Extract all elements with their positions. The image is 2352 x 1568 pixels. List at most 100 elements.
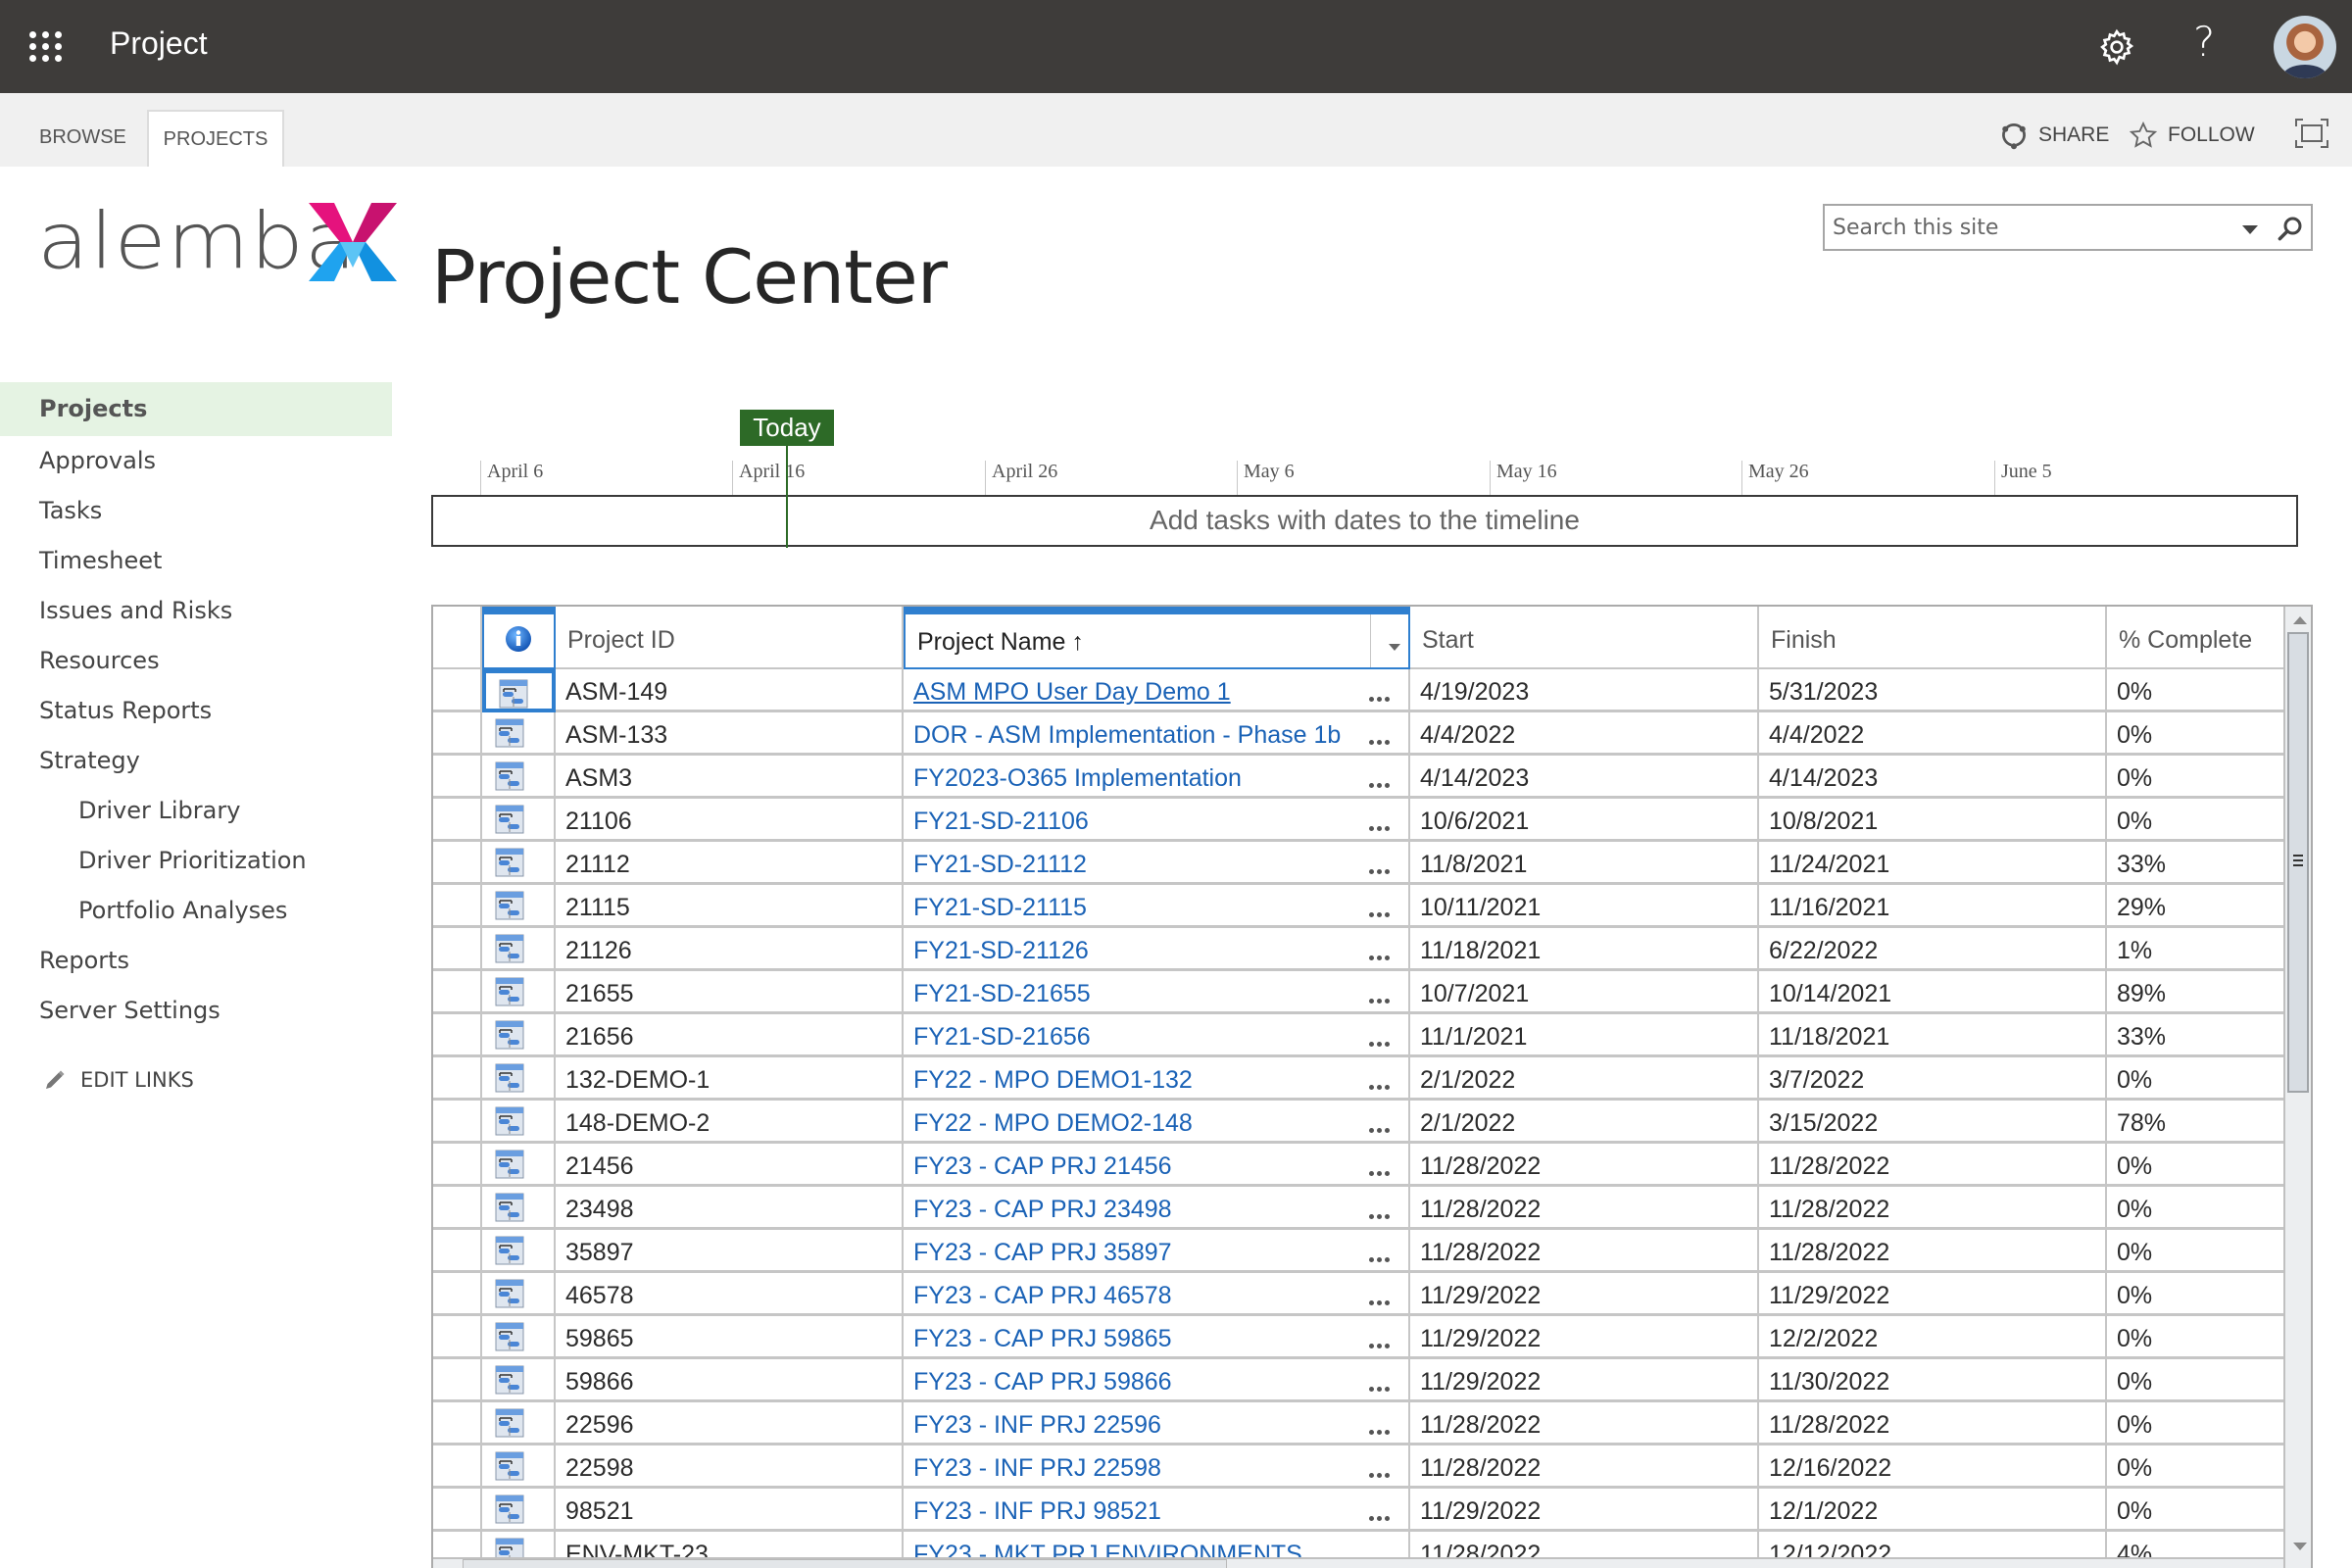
project-type-cell[interactable] — [482, 1101, 556, 1144]
scroll-up-icon[interactable] — [2293, 616, 2307, 624]
column-header-project-id[interactable]: Project ID — [556, 607, 904, 669]
project-name-link[interactable]: FY23 - CAP PRJ 46578 — [904, 1273, 1410, 1316]
table-row[interactable]: 21655 FY21-SD-21655 10/7/2021 10/14/2021… — [433, 971, 2283, 1014]
row-actions-ellipsis-icon[interactable] — [1369, 689, 1395, 702]
nav-item-portfolio-analyses[interactable]: Portfolio Analyses — [0, 886, 392, 936]
alemba-logo[interactable]: alemba — [37, 201, 397, 281]
project-type-cell[interactable] — [482, 1014, 556, 1057]
table-row[interactable]: ASM-133 DOR - ASM Implementation - Phase… — [433, 712, 2283, 756]
table-row[interactable]: 59865 FY23 - CAP PRJ 59865 11/29/2022 12… — [433, 1316, 2283, 1359]
project-type-cell[interactable] — [482, 1230, 556, 1273]
project-type-cell[interactable] — [482, 799, 556, 842]
scroll-down-icon[interactable] — [2293, 1543, 2307, 1550]
project-type-cell[interactable] — [482, 971, 556, 1014]
table-row[interactable]: 21456 FY23 - CAP PRJ 21456 11/28/2022 11… — [433, 1144, 2283, 1187]
column-header-project-name[interactable]: Project Name ↑ — [904, 607, 1410, 669]
vertical-scrollbar[interactable] — [2283, 607, 2311, 1568]
row-selector[interactable] — [433, 669, 482, 712]
project-type-cell[interactable] — [482, 885, 556, 928]
table-row[interactable]: 21656 FY21-SD-21656 11/1/2021 11/18/2021… — [433, 1014, 2283, 1057]
project-type-cell[interactable] — [482, 1057, 556, 1101]
row-selector[interactable] — [433, 1230, 482, 1273]
row-actions-ellipsis-icon[interactable] — [1369, 948, 1395, 960]
row-selector[interactable] — [433, 1316, 482, 1359]
project-name-link[interactable]: FY21-SD-21106 — [904, 799, 1410, 842]
share-button[interactable]: SHARE — [1999, 121, 2109, 150]
table-row[interactable]: 21126 FY21-SD-21126 11/18/2021 6/22/2022… — [433, 928, 2283, 971]
app-launcher-waffle-icon[interactable] — [29, 31, 63, 62]
project-name-link[interactable]: FY22 - MPO DEMO1-132 — [904, 1057, 1410, 1101]
project-name-link[interactable]: FY23 - INF PRJ 22598 — [904, 1446, 1410, 1489]
row-selector[interactable] — [433, 1402, 482, 1446]
row-actions-ellipsis-icon[interactable] — [1369, 775, 1395, 788]
row-selector[interactable] — [433, 1359, 482, 1402]
row-selector[interactable] — [433, 712, 482, 756]
nav-item-issues-and-risks[interactable]: Issues and Risks — [0, 586, 392, 636]
project-type-cell[interactable] — [482, 1144, 556, 1187]
project-name-link[interactable]: FY21-SD-21126 — [904, 928, 1410, 971]
row-selector[interactable] — [433, 1144, 482, 1187]
edit-links-button[interactable]: EDIT LINKS — [43, 1068, 194, 1092]
row-selector[interactable] — [433, 1273, 482, 1316]
project-type-cell[interactable] — [482, 1489, 556, 1532]
row-selector[interactable] — [433, 1187, 482, 1230]
search-input[interactable] — [1833, 212, 2225, 243]
project-name-link[interactable]: FY21-SD-21115 — [904, 885, 1410, 928]
table-row[interactable]: 21115 FY21-SD-21115 10/11/2021 11/16/202… — [433, 885, 2283, 928]
project-type-cell[interactable] — [482, 1273, 556, 1316]
column-header-percent-complete[interactable]: % Complete — [2107, 607, 2283, 669]
row-actions-ellipsis-icon[interactable] — [1369, 1379, 1395, 1392]
nav-item-resources[interactable]: Resources — [0, 636, 392, 686]
timeline[interactable]: Today April 6 April 16 April 26 May 6 Ma… — [431, 407, 2298, 549]
horizontal-scrollbar-thumb[interactable] — [463, 1559, 1227, 1568]
table-row[interactable]: 23498 FY23 - CAP PRJ 23498 11/28/2022 11… — [433, 1187, 2283, 1230]
row-actions-ellipsis-icon[interactable] — [1369, 1163, 1395, 1176]
project-type-cell[interactable] — [482, 1359, 556, 1402]
tab-projects[interactable]: PROJECTS — [147, 110, 284, 167]
row-selector[interactable] — [433, 842, 482, 885]
row-selector[interactable] — [433, 971, 482, 1014]
nav-item-approvals[interactable]: Approvals — [0, 436, 392, 486]
project-type-cell[interactable] — [482, 712, 556, 756]
search-scope-dropdown-icon[interactable] — [2242, 225, 2258, 234]
horizontal-scrollbar[interactable] — [433, 1557, 2283, 1568]
project-type-cell[interactable] — [482, 669, 556, 712]
scrollbar-thumb[interactable] — [2287, 632, 2309, 1093]
column-menu-dropdown-icon[interactable] — [1389, 644, 1400, 651]
row-selector[interactable] — [433, 1446, 482, 1489]
project-name-link[interactable]: FY23 - CAP PRJ 59865 — [904, 1316, 1410, 1359]
row-selector[interactable] — [433, 885, 482, 928]
project-name-link[interactable]: FY21-SD-21656 — [904, 1014, 1410, 1057]
table-row[interactable]: 132-DEMO-1 FY22 - MPO DEMO1-132 2/1/2022… — [433, 1057, 2283, 1101]
row-actions-ellipsis-icon[interactable] — [1369, 1120, 1395, 1133]
nav-item-timesheet[interactable]: Timesheet — [0, 536, 392, 586]
project-name-link[interactable]: ASM MPO User Day Demo 1 — [904, 669, 1410, 712]
row-actions-ellipsis-icon[interactable] — [1369, 905, 1395, 917]
row-actions-ellipsis-icon[interactable] — [1369, 1250, 1395, 1262]
project-type-cell[interactable] — [482, 842, 556, 885]
focus-content-icon[interactable] — [2295, 119, 2328, 148]
table-row[interactable]: 22598 FY23 - INF PRJ 22598 11/28/2022 12… — [433, 1446, 2283, 1489]
search-icon[interactable] — [2276, 214, 2305, 243]
project-type-cell[interactable] — [482, 1187, 556, 1230]
project-name-link[interactable]: FY2023-O365 Implementation — [904, 756, 1410, 799]
table-row[interactable]: ASM3 FY2023-O365 Implementation 4/14/202… — [433, 756, 2283, 799]
table-row[interactable]: 59866 FY23 - CAP PRJ 59866 11/29/2022 11… — [433, 1359, 2283, 1402]
info-column-header[interactable] — [482, 607, 556, 669]
row-actions-ellipsis-icon[interactable] — [1369, 991, 1395, 1004]
row-actions-ellipsis-icon[interactable] — [1369, 1465, 1395, 1478]
nav-item-status-reports[interactable]: Status Reports — [0, 686, 392, 736]
row-actions-ellipsis-icon[interactable] — [1369, 1336, 1395, 1348]
nav-item-driver-library[interactable]: Driver Library — [0, 786, 392, 836]
row-selector[interactable] — [433, 928, 482, 971]
project-name-link[interactable]: FY22 - MPO DEMO2-148 — [904, 1101, 1410, 1144]
nav-item-reports[interactable]: Reports — [0, 936, 392, 986]
tab-browse[interactable]: BROWSE — [39, 110, 126, 167]
nav-item-tasks[interactable]: Tasks — [0, 486, 392, 536]
project-type-cell[interactable] — [482, 1402, 556, 1446]
app-title[interactable]: Project — [110, 25, 208, 62]
column-header-finish[interactable]: Finish — [1759, 607, 2107, 669]
nav-item-server-settings[interactable]: Server Settings — [0, 986, 392, 1036]
project-name-link[interactable]: FY21-SD-21112 — [904, 842, 1410, 885]
row-selector-header[interactable] — [433, 607, 482, 669]
